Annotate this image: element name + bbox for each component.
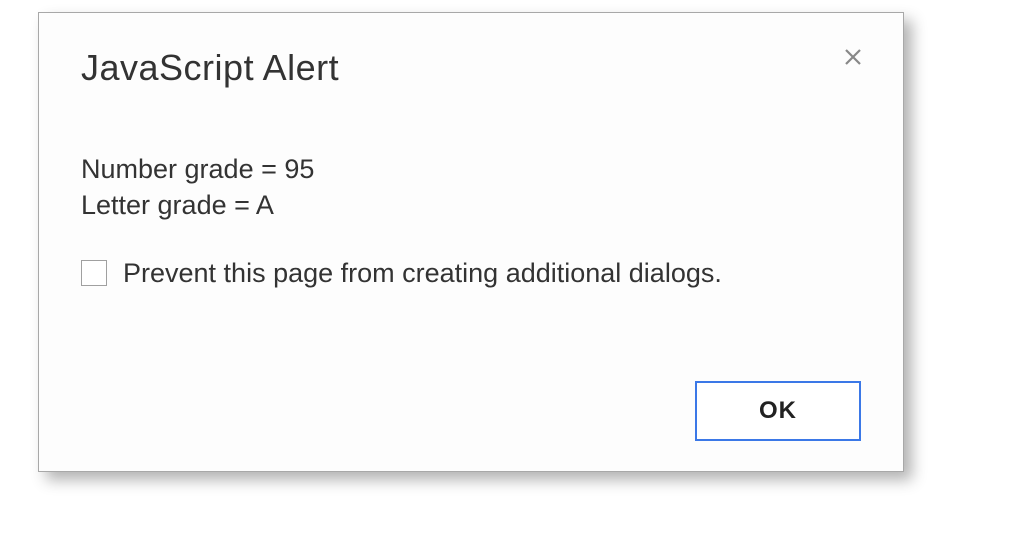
dialog-body: Number grade = 95 Letter grade = A Preve…: [81, 151, 861, 289]
prevent-dialogs-label: Prevent this page from creating addition…: [123, 258, 722, 289]
prevent-dialogs-row: Prevent this page from creating addition…: [81, 258, 861, 289]
close-icon[interactable]: [839, 43, 867, 71]
message-line-1: Number grade = 95: [81, 151, 861, 187]
prevent-dialogs-checkbox[interactable]: [81, 260, 107, 286]
dialog-footer: OK: [695, 381, 861, 441]
javascript-alert-dialog: JavaScript Alert Number grade = 95 Lette…: [38, 12, 904, 472]
ok-button[interactable]: OK: [695, 381, 861, 441]
dialog-header: JavaScript Alert: [81, 47, 861, 89]
message-line-2: Letter grade = A: [81, 187, 861, 223]
dialog-title: JavaScript Alert: [81, 47, 861, 89]
